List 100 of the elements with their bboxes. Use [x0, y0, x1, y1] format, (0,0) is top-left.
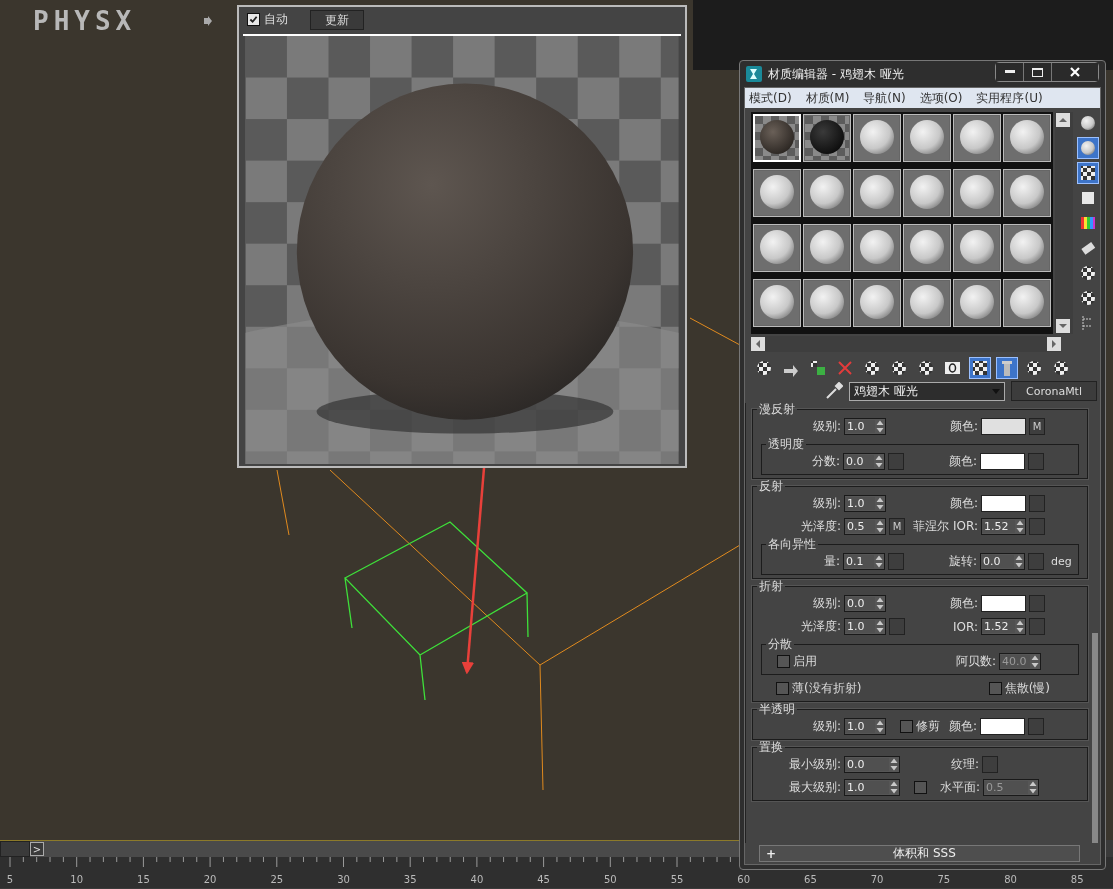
update-button[interactable]: 更新 — [310, 9, 364, 30]
checker-sphere-icon — [1079, 289, 1097, 307]
number-field[interactable]: 0.0 — [843, 453, 885, 470]
number-field[interactable]: 1.0 — [844, 495, 886, 512]
unit-label: deg — [1051, 555, 1072, 568]
field-label: 颜色: — [947, 453, 977, 470]
tick-label: 40 — [470, 874, 484, 885]
checker-sphere-icon — [1079, 264, 1097, 282]
maximize-icon — [1032, 67, 1043, 77]
checkbox-label: 启用 — [793, 653, 817, 670]
field-label: 水平面: — [938, 779, 980, 796]
checker-sphere-icon — [755, 359, 773, 377]
field-label: 最小级别: — [787, 756, 841, 773]
field-label: 级别: — [811, 595, 841, 612]
close-button[interactable] — [1052, 63, 1098, 81]
color-bars-icon — [1079, 214, 1097, 232]
number-field[interactable]: 0.0 — [844, 756, 900, 773]
map-button[interactable]: M — [1029, 418, 1045, 435]
number-field[interactable]: 1.0 — [844, 718, 886, 735]
number-field[interactable]: 0.0 — [844, 595, 886, 612]
checkbox-label: 焦散(慢) — [1004, 680, 1050, 697]
color-swatch[interactable] — [980, 453, 1025, 470]
close-icon — [1070, 67, 1080, 77]
field-label: 分数: — [810, 453, 840, 470]
app-icon — [746, 66, 762, 82]
number-field[interactable]: 1.52 — [981, 618, 1026, 635]
number-field[interactable]: 1.0 — [844, 418, 886, 435]
tick-label: 80 — [1004, 874, 1017, 885]
number-field[interactable]: 1.52 — [981, 518, 1026, 535]
scroll-up-icon[interactable] — [1056, 113, 1070, 127]
logo-text: PHYSX — [33, 6, 137, 36]
tick-label: 35 — [403, 874, 417, 885]
color-swatch[interactable] — [981, 418, 1026, 435]
track-bar[interactable]: > — [0, 840, 739, 857]
field-label: 光泽度: — [799, 618, 841, 635]
maximize-button[interactable] — [1024, 63, 1052, 81]
group-title: 折射 — [758, 580, 784, 592]
group-title: 半透明 — [758, 703, 796, 715]
window-title: 材质编辑器 - 鸡翅木 哑光 — [768, 65, 904, 83]
scrollbar[interactable] — [1055, 112, 1073, 334]
number-field[interactable]: 0.1 — [843, 553, 885, 570]
map-button[interactable]: M — [889, 518, 905, 535]
number-field[interactable]: 0.5 — [844, 518, 886, 535]
group-title: 透明度 — [767, 438, 805, 450]
eyedropper-icon[interactable] — [825, 382, 843, 400]
field-label: 颜色: — [948, 595, 978, 612]
tick-label: 45 — [537, 874, 550, 885]
scrollbar[interactable] — [1092, 633, 1098, 843]
scroll-left-icon[interactable] — [751, 337, 765, 351]
tool-button[interactable] — [1077, 162, 1099, 184]
scroll-down-icon[interactable] — [1056, 319, 1070, 333]
cube-icon — [809, 359, 827, 377]
checkbox-label: 修剪 — [916, 718, 940, 735]
toolbar-button[interactable] — [969, 357, 991, 379]
checkbox[interactable] — [247, 13, 260, 27]
field-label: 光泽度: — [799, 518, 841, 535]
square-icon — [1079, 189, 1097, 207]
tick-label: 20 — [203, 874, 217, 885]
checkbox[interactable] — [777, 655, 790, 668]
checkbox[interactable] — [900, 720, 913, 733]
checker-sphere-icon — [1025, 359, 1043, 377]
checkbox[interactable] — [914, 781, 927, 794]
field-label: 最大级别: — [787, 779, 841, 796]
scrollbar[interactable] — [751, 336, 1061, 352]
minimize-button[interactable] — [996, 63, 1024, 81]
checker-icon — [971, 359, 989, 377]
menu-item[interactable]: 模式(D) — [749, 89, 792, 107]
material-slot[interactable] — [803, 114, 851, 162]
guide-line — [276, 469, 290, 536]
checkbox[interactable] — [776, 682, 789, 695]
rollout-button[interactable]: + 体积和 SSS — [759, 845, 1080, 862]
material-type-button[interactable]: CoronaMtl — [1011, 381, 1097, 401]
delete-icon — [836, 359, 854, 377]
checker-sphere-icon — [863, 359, 881, 377]
field-label: 颜色: — [948, 495, 978, 512]
tick-label: 50 — [603, 874, 617, 885]
field-label: 颜色: — [947, 718, 977, 735]
scroll-right-icon[interactable] — [1047, 337, 1061, 351]
color-swatch[interactable] — [981, 595, 1026, 612]
sphere-icon — [1079, 139, 1097, 157]
number-field[interactable]: 1.0 — [844, 779, 900, 796]
field-label: 级别: — [811, 495, 841, 512]
group-title: 反射 — [758, 480, 784, 492]
menu-item[interactable]: 选项(O) — [919, 89, 963, 107]
color-swatch[interactable] — [981, 495, 1026, 512]
next-frame-button[interactable]: > — [30, 842, 44, 856]
material-name-dropdown[interactable]: 鸡翅木 哑光 — [849, 381, 1005, 401]
number-field[interactable]: 0.0 — [980, 553, 1025, 570]
tick-label: 55 — [670, 874, 684, 885]
menu-item[interactable]: 实用程序(U) — [976, 89, 1043, 107]
color-swatch[interactable] — [980, 718, 1025, 735]
checkbox[interactable] — [988, 682, 1002, 695]
menu-item[interactable]: 材质(M) — [805, 89, 850, 107]
menu-item[interactable]: 导航(N) — [863, 89, 906, 107]
field-label: 颜色: — [948, 418, 978, 435]
field-label: 级别: — [811, 418, 841, 435]
number-field[interactable]: 1.0 — [844, 618, 886, 635]
checker-icon — [1079, 164, 1097, 182]
field-label: 级别: — [811, 718, 841, 735]
group-title: 各向异性 — [767, 538, 817, 550]
